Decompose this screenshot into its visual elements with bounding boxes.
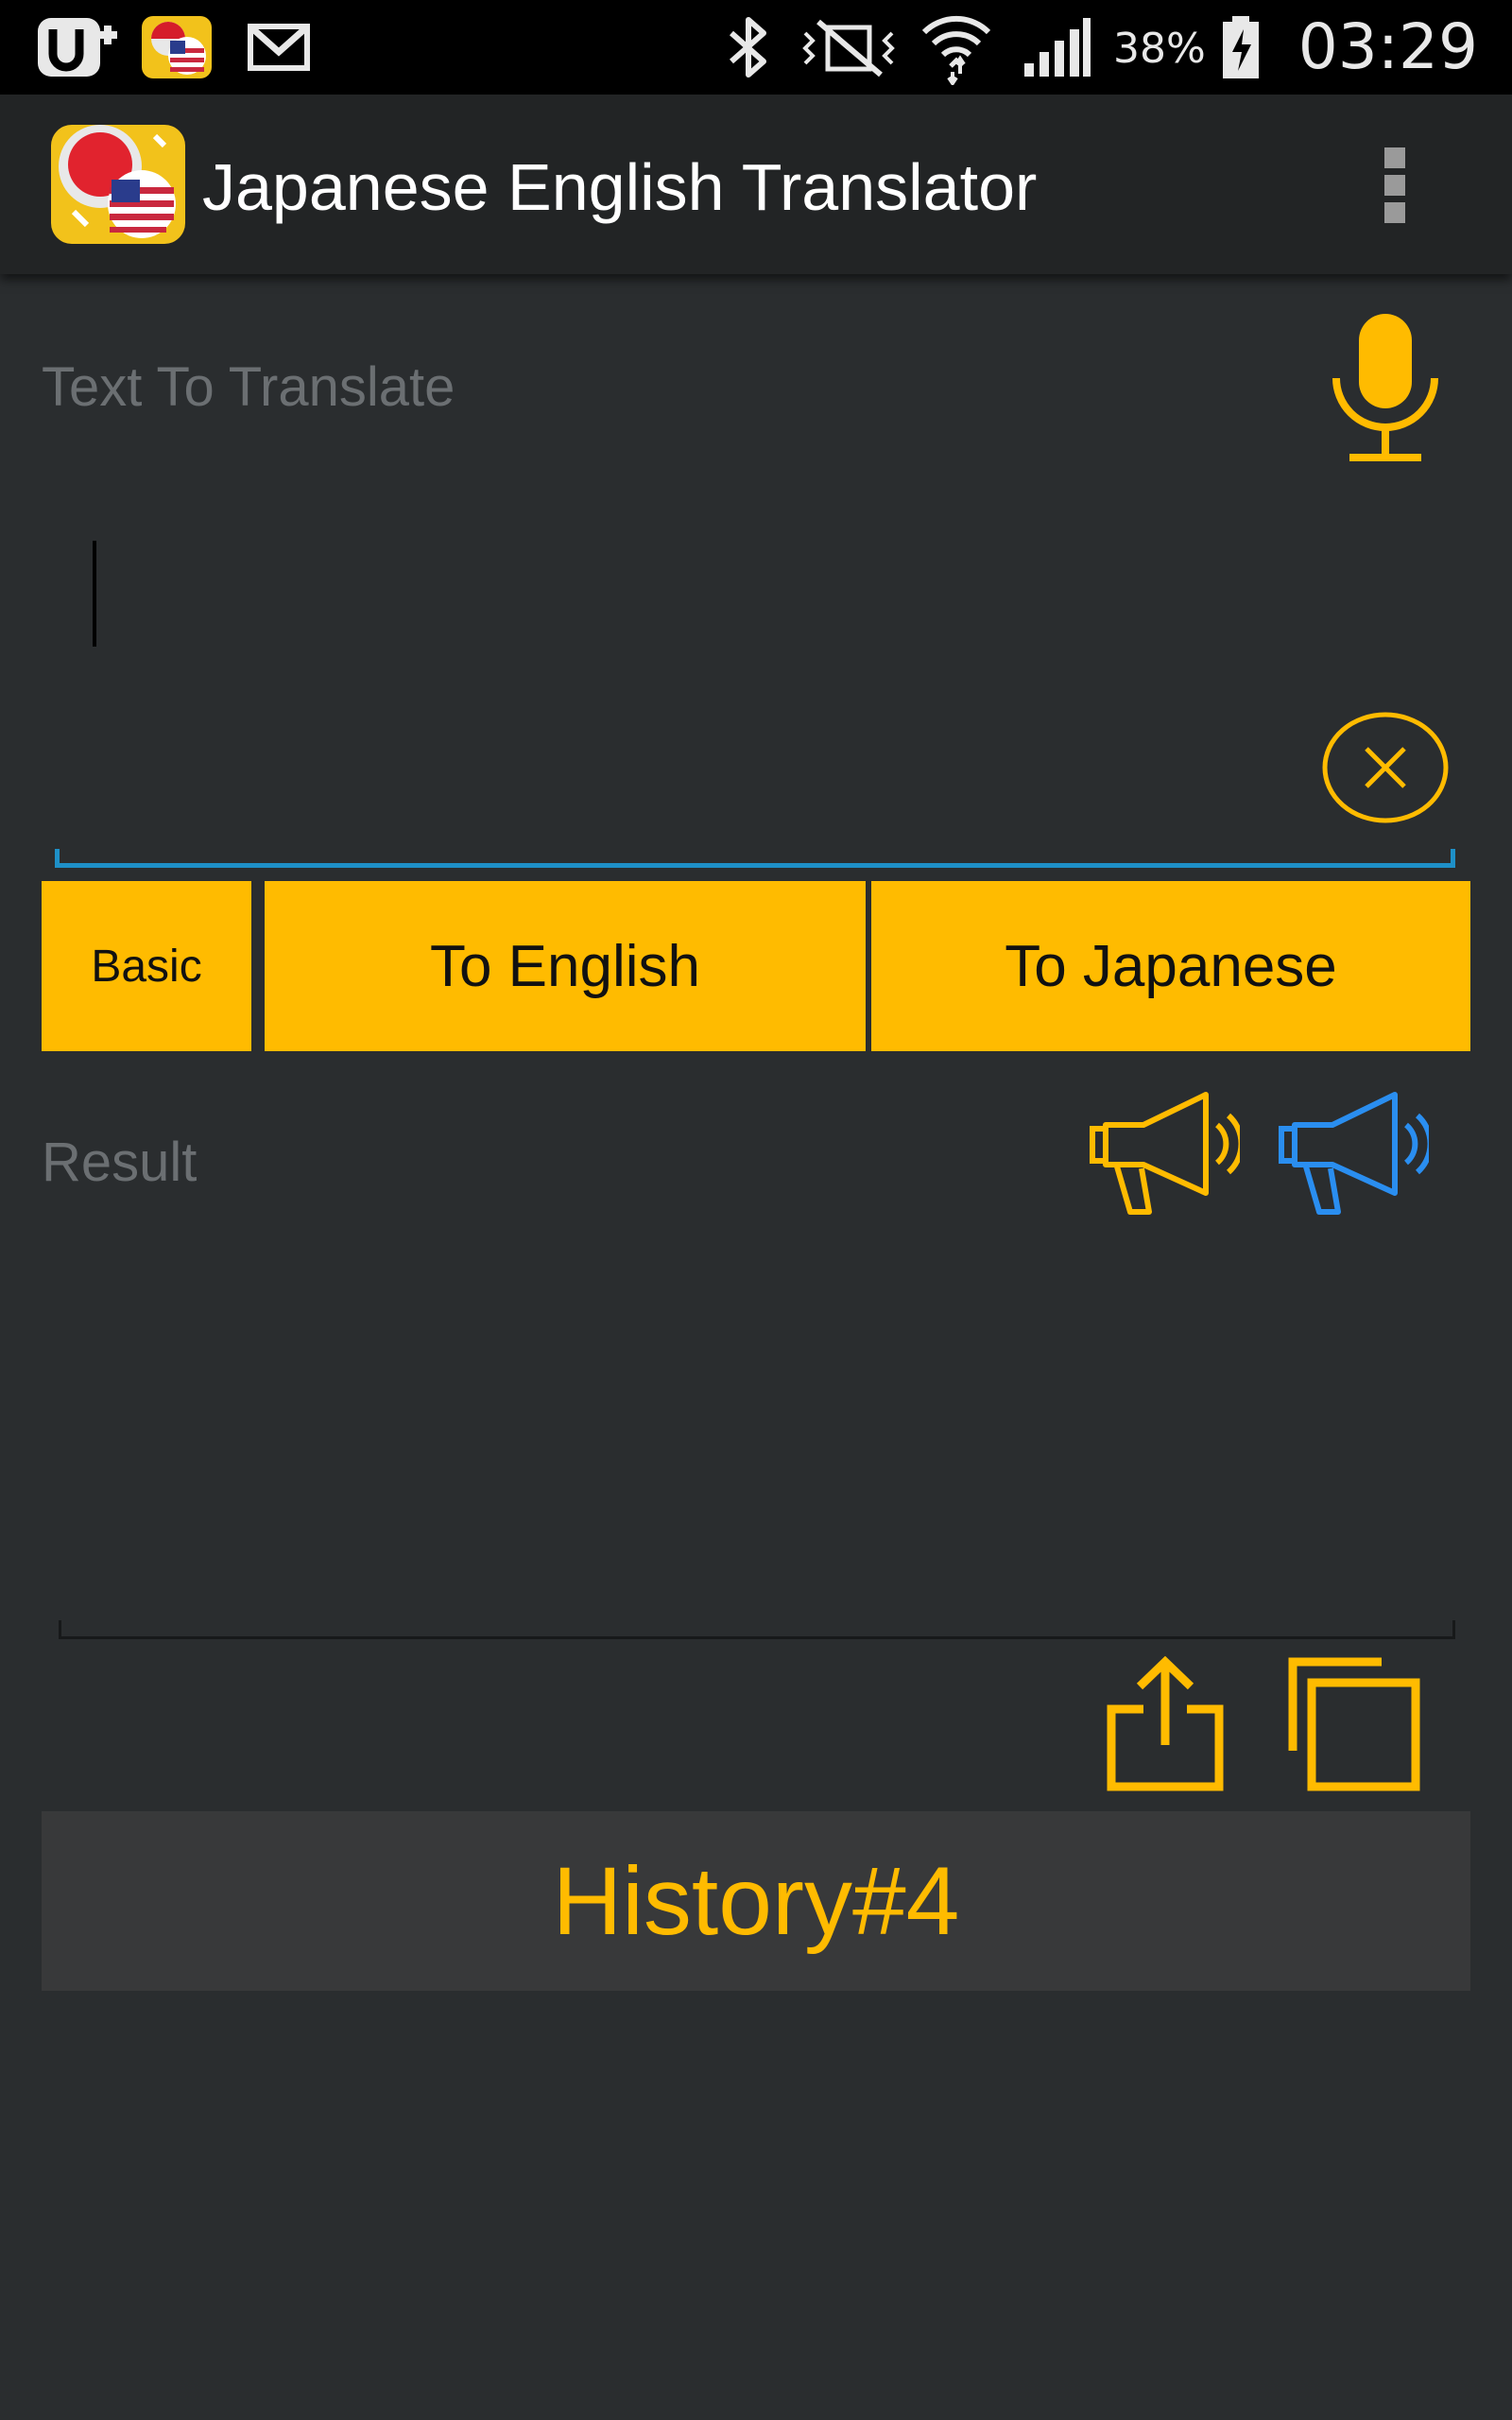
input-underline	[55, 849, 1455, 868]
basic-button[interactable]: Basic	[42, 881, 251, 1051]
app-title: Japanese English Translator	[202, 150, 1038, 224]
share-icon[interactable]	[1106, 1655, 1225, 1796]
signal-icon	[1021, 0, 1092, 95]
wifi-icon	[919, 0, 994, 95]
history-button[interactable]: History#4	[42, 1811, 1470, 1991]
speak-japanese-button[interactable]	[1278, 1087, 1434, 1223]
vibrate-icon	[799, 0, 898, 95]
result-underline	[59, 1620, 1455, 1639]
app-notification-icon	[140, 0, 215, 95]
battery-charging-icon	[1219, 0, 1263, 95]
input-label: Text To Translate	[42, 356, 455, 418]
megaphone-icon	[1279, 1092, 1434, 1215]
microphone-icon[interactable]	[1327, 312, 1444, 471]
to-english-button[interactable]: To English	[265, 881, 866, 1051]
megaphone-icon	[1090, 1092, 1245, 1215]
result-label: Result	[42, 1132, 198, 1193]
status-time: 03:29	[1297, 10, 1478, 83]
uplus-icon	[36, 0, 119, 95]
bluetooth-icon	[724, 0, 773, 95]
copy-icon[interactable]	[1287, 1656, 1421, 1796]
result-text	[42, 1229, 1459, 1607]
status-bar: 38% 03:29	[0, 0, 1512, 95]
speak-english-button[interactable]	[1089, 1087, 1245, 1223]
app-bar: Japanese English Translator	[0, 95, 1512, 274]
to-japanese-button[interactable]: To Japanese	[871, 881, 1470, 1051]
overflow-menu-icon[interactable]	[1368, 140, 1421, 231]
text-cursor	[93, 541, 96, 647]
app-logo-icon	[49, 121, 189, 250]
clear-icon[interactable]	[1321, 711, 1450, 828]
battery-percent: 38%	[1113, 25, 1206, 73]
gmail-icon	[248, 0, 310, 95]
text-input[interactable]	[42, 473, 1346, 841]
